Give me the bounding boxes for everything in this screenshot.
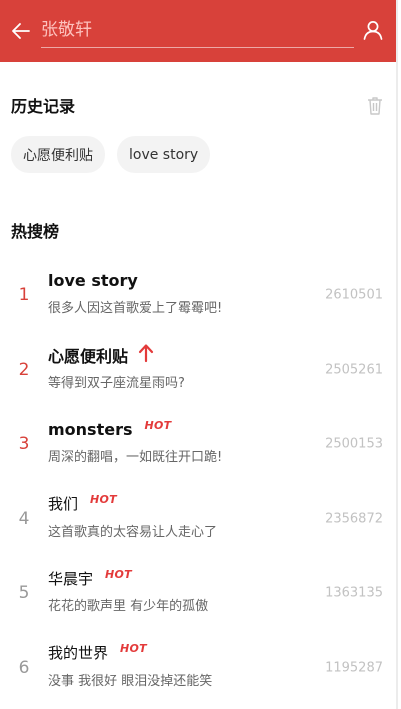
hot-badge: HOT	[120, 642, 147, 656]
rank-number: 2	[18, 359, 30, 380]
rank-number: 6	[18, 657, 30, 678]
hot-search-item[interactable]: 1 love story 很多人因这首歌爱上了霉霉吧! 2610501	[0, 255, 396, 330]
trash-icon	[368, 96, 382, 115]
top-bar	[0, 0, 396, 62]
history-title: 历史记录	[11, 97, 76, 116]
search-count: 2500153	[325, 436, 383, 452]
search-count: 1363135	[325, 585, 383, 601]
item-title: monsters	[48, 419, 133, 439]
item-title: 华晨宇	[48, 569, 94, 588]
arrow-left-icon	[12, 23, 30, 39]
search-count: 2505261	[325, 362, 383, 378]
hot-search-item[interactable]: 6 我的世界 HOT 没事 我很好 眼泪没掉还能笑 1195287	[0, 628, 396, 703]
history-tag[interactable]: love story	[117, 136, 211, 173]
search-count: 2356872	[325, 511, 383, 527]
history-tags: 心愿便利贴 love story	[0, 136, 396, 173]
hot-badge: HOT	[105, 567, 132, 581]
rank-number: 5	[18, 583, 30, 604]
user-button[interactable]	[362, 19, 384, 41]
item-title: 心愿便利贴	[48, 346, 129, 366]
search-count: 2610501	[325, 287, 383, 303]
hot-search-item[interactable]: 3 monsters HOT 周深的翻唱，一如既往开口跪! 2500153	[0, 404, 396, 479]
hot-badge: HOT	[144, 418, 172, 432]
item-title: 我们	[48, 495, 79, 514]
hot-search-title: 热搜榜	[11, 222, 60, 241]
history-tag[interactable]: 心愿便利贴	[11, 136, 105, 173]
rank-number: 4	[18, 508, 30, 529]
hot-search-list: 1 love story 很多人因这首歌爱上了霉霉吧! 2610501 2 心愿…	[0, 255, 396, 702]
item-title: love story	[48, 270, 138, 290]
hot-search-item[interactable]: 4 我们 HOT 这首歌真的太容易让人走心了 2356872	[0, 479, 396, 554]
user-icon	[363, 21, 383, 40]
up-arrow-icon	[138, 344, 154, 362]
search-field-wrapper	[41, 14, 354, 48]
hot-search-header: 热搜榜	[0, 219, 396, 241]
back-button[interactable]	[10, 20, 32, 42]
search-input[interactable]	[41, 14, 354, 46]
history-header: 历史记录	[0, 94, 396, 116]
hot-search-item[interactable]: 2 心愿便利贴 等得到双子座流星雨吗? 2505261	[0, 330, 396, 405]
search-count: 1195287	[325, 660, 383, 676]
rank-number: 3	[18, 434, 30, 455]
app-root: 历史记录 心愿便利贴 love story 热搜榜 1 love story 很…	[0, 0, 398, 709]
hot-search-item[interactable]: 5 华晨宇 HOT 花花的歌声里 有少年的孤傲 1363135	[0, 553, 396, 628]
hot-badge: HOT	[90, 493, 117, 507]
clear-history-button[interactable]	[366, 95, 384, 115]
item-title: 我的世界	[48, 644, 109, 663]
rank-number: 1	[18, 285, 30, 306]
